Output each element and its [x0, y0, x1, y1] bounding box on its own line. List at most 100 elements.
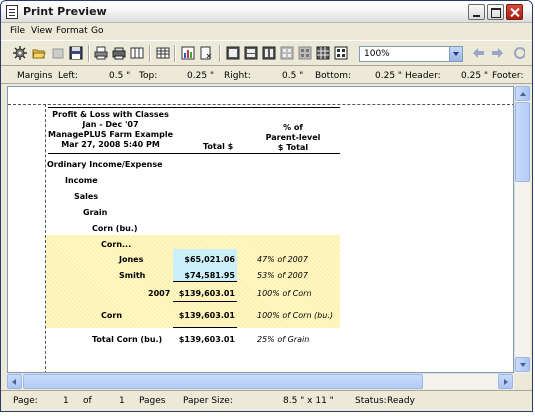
row-label[interactable]: Grain — [83, 208, 107, 217]
page-setup-icon[interactable] — [199, 46, 213, 60]
two-page-icon[interactable] — [262, 46, 276, 60]
row-label[interactable]: Sales — [74, 192, 98, 201]
paper-size-value: 8.5 " x 11 " — [283, 396, 334, 406]
fit-page-icon[interactable] — [244, 46, 258, 60]
report-period: Jan - Dec '07 — [82, 120, 139, 129]
row-total[interactable]: $139,603.01 — [173, 335, 235, 344]
menu-go[interactable]: Go — [91, 26, 103, 36]
toolbar: 100% — [1, 40, 532, 66]
toolbar-separator — [149, 45, 150, 62]
vertical-scrollbar[interactable] — [514, 86, 530, 373]
title-bar[interactable]: Print Preview — [1, 1, 532, 23]
menu-format[interactable]: Format — [56, 26, 88, 36]
column-header-pct-2[interactable]: Parent-level — [248, 133, 338, 142]
column-header-total[interactable]: Total $ — [203, 142, 233, 151]
row-pct[interactable]: 100% of Corn — [257, 289, 312, 298]
column-header-pct-1[interactable]: % of — [248, 123, 338, 132]
status-label: Status: — [355, 396, 387, 406]
margin-right-value[interactable]: 0.5 " — [282, 71, 303, 81]
horizontal-scroll-thumb[interactable] — [23, 374, 423, 389]
page-label: Page: — [13, 396, 38, 406]
row-pct[interactable]: 53% of 2007 — [257, 271, 308, 280]
row-pct[interactable]: 100% of Corn (bu.) — [257, 311, 333, 320]
margin-right-label: Right: — [224, 71, 251, 81]
row-label[interactable]: 2007 — [148, 289, 170, 298]
horizontal-scrollbar[interactable] — [7, 373, 514, 389]
minimize-button[interactable] — [468, 4, 485, 20]
back-arrow-icon[interactable] — [471, 46, 485, 60]
scroll-up-button[interactable] — [515, 86, 530, 101]
maximize-button[interactable] — [487, 4, 504, 20]
row-pct[interactable]: 47% of 2007 — [257, 255, 308, 264]
margin-header-label: Header: — [405, 71, 441, 81]
margins-bar: Margins Left: 0.5 " Top: 0.25 " Right: 0… — [1, 67, 532, 84]
gear-icon[interactable] — [13, 46, 27, 60]
grid-page-icon[interactable] — [316, 46, 330, 60]
pages-label: Pages — [139, 396, 166, 406]
status-bar: Page: 1 of 1 Pages Paper Size: 8.5 " x 1… — [1, 390, 532, 411]
margin-header-value[interactable]: 0.25 " — [461, 71, 488, 81]
nine-page-icon[interactable] — [334, 46, 348, 60]
vertical-scroll-thumb[interactable] — [515, 102, 530, 182]
margin-left-value[interactable]: 0.5 " — [109, 71, 130, 81]
row-label[interactable]: Corn (bu.) — [92, 224, 138, 233]
forward-arrow-icon[interactable] — [491, 46, 505, 60]
column-header-pct-3[interactable]: $ Total — [248, 143, 338, 152]
header-top-rule — [48, 107, 340, 108]
row-total[interactable]: $139,603.01 — [173, 289, 235, 298]
print-icon[interactable] — [94, 46, 108, 60]
subtotal-rule — [173, 281, 237, 282]
margin-bottom-value[interactable]: 0.25 " — [375, 71, 402, 81]
current-page: 1 — [63, 396, 69, 406]
preview-area[interactable]: Profit & Loss with Classes Jan - Dec '07… — [7, 86, 514, 373]
scroll-right-button[interactable] — [498, 374, 513, 389]
margin-top-value[interactable]: 0.25 " — [187, 71, 214, 81]
report-title: Profit & Loss with Classes — [52, 110, 169, 119]
scroll-left-button[interactable] — [7, 374, 22, 389]
disabled-icon — [52, 48, 64, 59]
status-value: Ready — [387, 396, 415, 406]
row-total[interactable]: $139,603.01 — [173, 311, 235, 320]
header-bottom-rule — [48, 153, 340, 154]
row-label[interactable]: Smith — [119, 271, 145, 280]
row-total[interactable]: $65,021.06 — [173, 255, 235, 264]
four-page-icon[interactable] — [280, 46, 294, 60]
menu-file[interactable]: File — [10, 26, 25, 36]
scroll-down-button[interactable] — [515, 357, 530, 372]
row-label[interactable]: Income — [65, 176, 98, 185]
toolbar-separator — [88, 45, 89, 62]
row-label[interactable]: Ordinary Income/Expense — [47, 160, 163, 169]
close-button[interactable] — [506, 4, 523, 20]
menu-bar: File View Format Go — [1, 23, 532, 40]
zoom-value: 100% — [364, 49, 390, 59]
margin-bottom-label: Bottom: — [315, 71, 352, 81]
margin-footer-label: Footer: — [492, 71, 524, 81]
print-preview-window: Print Preview File View Format Go 100% M… — [0, 0, 533, 412]
report-timestamp: Mar 27, 2008 5:40 PM — [61, 140, 160, 149]
open-folder-icon[interactable] — [32, 46, 46, 60]
total-pages: 1 — [119, 396, 125, 406]
window-title: Print Preview — [23, 5, 107, 18]
chevron-down-icon[interactable] — [449, 47, 462, 61]
save-icon[interactable] — [69, 46, 83, 60]
margin-left-label: Left: — [58, 71, 78, 81]
multi-page-icon[interactable] — [298, 46, 312, 60]
subtotal-rule — [173, 301, 237, 302]
row-pct[interactable]: 25% of Grain — [257, 335, 309, 344]
row-label[interactable]: Corn... — [101, 240, 131, 249]
toolbar-separator — [219, 45, 220, 62]
single-page-icon[interactable] — [226, 46, 240, 60]
row-total[interactable]: $74,581.95 — [173, 271, 235, 280]
zoom-select[interactable]: 100% — [359, 46, 463, 62]
of-label: of — [83, 396, 92, 406]
toolbar-separator — [174, 45, 175, 62]
row-label[interactable]: Corn — [101, 311, 122, 320]
row-label[interactable]: Total Corn (bu.) — [92, 335, 162, 344]
columns-icon[interactable] — [130, 46, 144, 60]
menu-view[interactable]: View — [31, 26, 52, 36]
printer-icon[interactable] — [112, 46, 126, 60]
chart-icon[interactable] — [181, 46, 195, 60]
refresh-icon[interactable] — [511, 46, 525, 60]
table-icon[interactable] — [156, 46, 170, 60]
row-label[interactable]: Jones — [119, 255, 143, 264]
